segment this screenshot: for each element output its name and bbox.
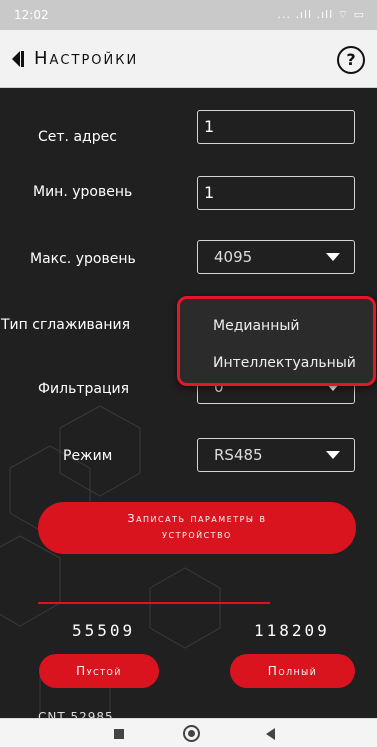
- mode-value: RS485: [214, 446, 263, 464]
- smoothing-dropdown: Медианный Интеллектуальный: [177, 296, 376, 386]
- help-button[interactable]: ?: [337, 46, 365, 74]
- cnt-readout: CNT 52985: [38, 710, 114, 718]
- page-title: Настройки: [34, 48, 139, 69]
- net-address-input[interactable]: 1: [197, 110, 355, 144]
- status-icons: ... .ıll .ıll ⌔ ▭: [277, 8, 365, 21]
- net-address-label: Сет. адрес: [38, 129, 117, 145]
- empty-value: 55509: [72, 621, 136, 640]
- back-icon[interactable]: [266, 728, 275, 740]
- back-arrow-icon[interactable]: [12, 51, 20, 67]
- mode-label: Режим: [63, 448, 113, 464]
- dropdown-option-median[interactable]: Медианный: [213, 318, 300, 334]
- min-level-label: Мин. уровень: [33, 184, 133, 200]
- full-button[interactable]: Полный: [230, 654, 355, 688]
- back-bar-icon[interactable]: [21, 51, 24, 67]
- recents-icon[interactable]: [114, 729, 124, 739]
- navigation-bar: [0, 718, 377, 747]
- max-level-label: Макс. уровень: [30, 251, 136, 267]
- chevron-down-icon: [326, 451, 340, 459]
- write-parameters-button[interactable]: Записать параметры в устройство: [38, 502, 356, 554]
- smoothing-label: Тип сглаживания: [1, 317, 131, 333]
- home-icon[interactable]: [183, 725, 200, 742]
- app-bar: Настройки ?: [0, 30, 377, 88]
- filtration-label: Фильтрация: [38, 381, 130, 397]
- max-level-value: 4095: [214, 248, 253, 266]
- settings-content: Сет. адрес 1 Мин. уровень 1 Макс. уровен…: [0, 88, 377, 718]
- max-level-select[interactable]: 4095: [197, 240, 355, 274]
- chevron-down-icon: [326, 253, 340, 261]
- dropdown-option-intelligent[interactable]: Интеллектуальный: [213, 355, 356, 371]
- divider-line: [38, 602, 270, 604]
- write-button-line2: устройство: [162, 528, 232, 541]
- status-time: 12:02: [14, 8, 49, 22]
- status-bar: 12:02 ... .ıll .ıll ⌔ ▭: [0, 0, 377, 30]
- empty-button[interactable]: Пустой: [39, 654, 159, 688]
- full-value: 118209: [254, 621, 330, 640]
- write-button-line1: Записать параметры в: [127, 512, 267, 525]
- min-level-input[interactable]: 1: [197, 176, 355, 210]
- mode-select[interactable]: RS485: [197, 438, 355, 472]
